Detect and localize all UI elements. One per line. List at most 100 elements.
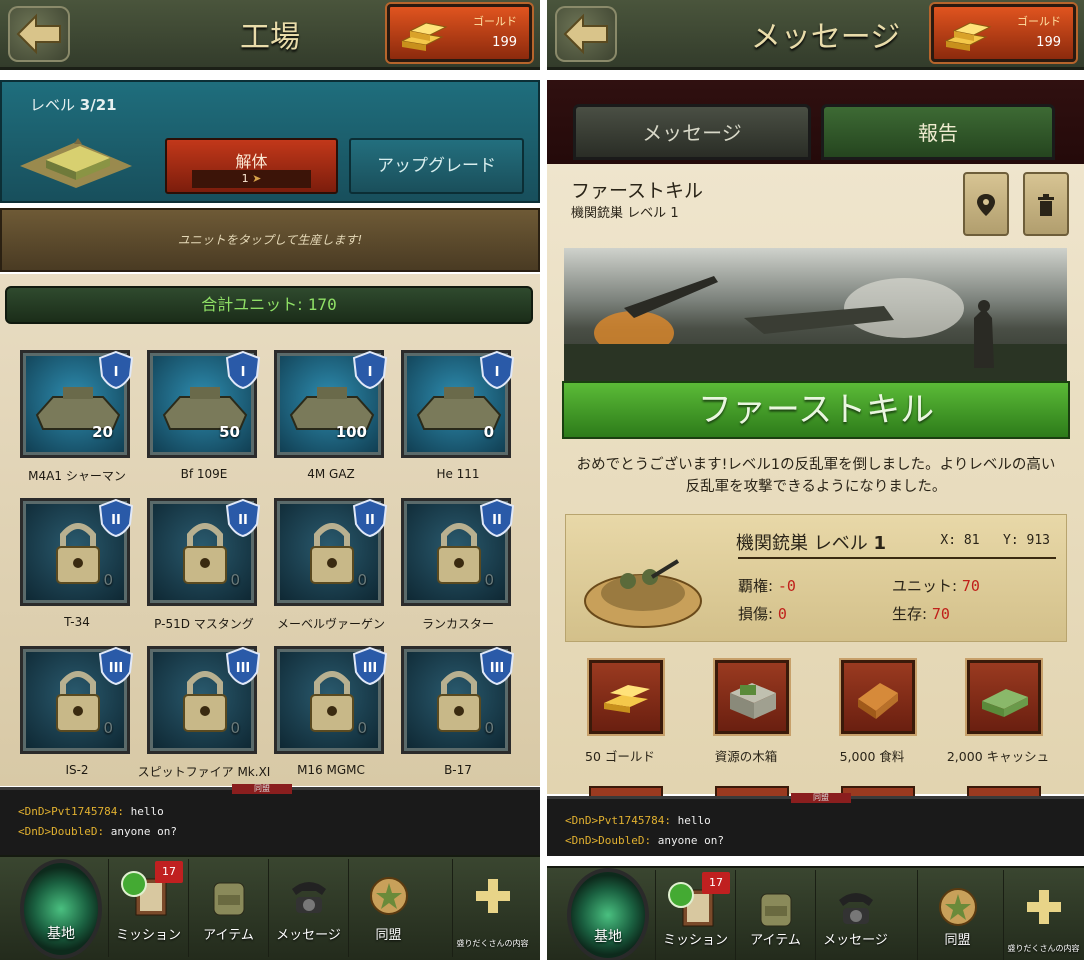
tier-shield-icon: III bbox=[352, 646, 388, 686]
trash-icon bbox=[1038, 194, 1054, 216]
bread-icon bbox=[858, 683, 898, 719]
unit-card[interactable]: 0 I He 111 bbox=[401, 350, 515, 481]
upgrade-button[interactable]: アップグレード bbox=[349, 138, 524, 194]
unit-card[interactable]: 0 III M16 MGMC bbox=[274, 646, 388, 777]
dismantle-cost-value: 1 bbox=[241, 172, 249, 185]
reward-label: 5,000 食料 bbox=[839, 749, 905, 764]
unit-card[interactable]: 20 I M4A1 シャーマン bbox=[20, 350, 134, 483]
nav-more[interactable]: 盛りだくさんの内容 bbox=[452, 859, 532, 957]
base-button[interactable]: 基地 bbox=[567, 868, 649, 960]
delete-button[interactable] bbox=[1023, 172, 1069, 236]
tier-label: I bbox=[495, 365, 500, 380]
nav-more[interactable]: 盛りだくさんの内容 bbox=[1003, 870, 1083, 960]
nav-items[interactable]: アイテム bbox=[188, 859, 268, 957]
tab-messages[interactable]: メッセージ bbox=[573, 104, 811, 160]
nav-missions[interactable]: 17 ミッション bbox=[655, 870, 735, 960]
tier-shield-icon: III bbox=[225, 646, 261, 686]
unit-grid-area: 合計ユニット: 170 20 I M4A1 シャーマン 50 I Bf 109E 100 I 4… bbox=[0, 274, 540, 786]
report-subtitle: 機関銃巣 レベル 1 bbox=[571, 202, 679, 221]
tier-shield-icon: I bbox=[352, 350, 388, 390]
unit-card[interactable]: 0 II メーベルヴァーゲン bbox=[274, 498, 388, 631]
target-level-value: 1 bbox=[873, 533, 886, 554]
chat-line: <DnD>Pvt1745784: hello bbox=[565, 811, 1066, 831]
chat-tab[interactable]: 同盟 bbox=[791, 793, 851, 803]
alliance-star-icon bbox=[939, 888, 977, 926]
stat-dominance: 覇権: -0 bbox=[738, 575, 796, 596]
unit-card[interactable]: 50 I Bf 109E bbox=[147, 350, 261, 481]
total-units-label: 合計ユニット: bbox=[201, 295, 303, 314]
tier-label: I bbox=[114, 365, 119, 380]
unit-card[interactable]: 0 III IS-2 bbox=[20, 646, 134, 777]
unit-count: 0 bbox=[483, 423, 494, 441]
reward-box bbox=[967, 660, 1041, 734]
nav-items[interactable]: アイテム bbox=[735, 870, 815, 960]
gold-value: 199 bbox=[492, 35, 517, 50]
chat-line: <DnD>Pvt1745784: hello bbox=[18, 802, 522, 822]
chat-text: hello bbox=[677, 814, 711, 827]
unit-count: 20 bbox=[92, 423, 113, 441]
target-info-box: 機関銃巣 レベル 1 X: 81 Y: 913 覇権: -0 損傷: 0 ユニッ… bbox=[565, 514, 1067, 642]
chat-line: <DnD>DoubleD: anyone on? bbox=[18, 822, 522, 842]
stat-value: 70 bbox=[931, 605, 950, 623]
report-content: ファーストキル 機関銃巣 レベル 1 ファーストキル おめでとうございます!レベ… bbox=[547, 164, 1084, 800]
unit-count: 0 bbox=[230, 719, 240, 737]
gold-bars-icon bbox=[400, 22, 448, 51]
y-value: 913 bbox=[1026, 533, 1050, 548]
tier-shield-icon: I bbox=[225, 350, 261, 390]
locate-button[interactable] bbox=[963, 172, 1009, 236]
unit-card[interactable]: 0 II P-51D マスタング bbox=[147, 498, 261, 631]
tier-label: II bbox=[492, 513, 502, 528]
tab-reports[interactable]: 報告 bbox=[821, 104, 1055, 160]
tier-label: I bbox=[368, 365, 373, 380]
unit-name: メーベルヴァーゲン bbox=[276, 617, 385, 631]
telephone-icon bbox=[839, 893, 873, 924]
top-bar: メッセージ ゴールド 199 bbox=[547, 0, 1084, 70]
unit-card[interactable]: 0 III B-17 bbox=[401, 646, 515, 777]
dismantle-cost: 1 ➤ bbox=[192, 170, 311, 188]
target-name: 機関銃巣 bbox=[736, 533, 808, 554]
alliance-label: 同盟 bbox=[944, 933, 971, 948]
nav-alliance[interactable]: 同盟 bbox=[348, 859, 428, 957]
factory-building-icon bbox=[20, 138, 132, 188]
unit-name: IS-2 bbox=[65, 763, 89, 777]
nav-messages[interactable]: メッセージ bbox=[815, 870, 895, 960]
chat-sender: <DnD>DoubleD: bbox=[565, 834, 652, 847]
backpack-icon bbox=[213, 882, 245, 916]
gold-balance[interactable]: ゴールド 199 bbox=[931, 4, 1076, 62]
nav-messages[interactable]: メッセージ bbox=[268, 859, 348, 957]
nav-alliance[interactable]: 同盟 bbox=[917, 870, 997, 960]
unit-name: T-34 bbox=[64, 615, 90, 629]
chat-tab[interactable]: 同盟 bbox=[232, 784, 292, 794]
factory-screen: 工場 ゴールド 199 レベル 3/21 解体 1 ➤ アップグレード ユニット… bbox=[0, 0, 540, 960]
unit-count: 0 bbox=[230, 571, 240, 589]
gold-balance[interactable]: ゴールド 199 bbox=[387, 4, 532, 62]
missions-label: ミッション bbox=[115, 928, 181, 943]
gold-bars-icon bbox=[604, 685, 650, 713]
stat-label: 損傷: bbox=[738, 605, 774, 623]
chat-panel[interactable]: 同盟 <DnD>Pvt1745784: hello <DnD>DoubleD: … bbox=[547, 793, 1084, 856]
unit-card[interactable]: 0 II ランカスター bbox=[401, 498, 515, 631]
unit-card[interactable]: 0 II T-34 bbox=[20, 498, 134, 629]
unit-count: 0 bbox=[357, 571, 367, 589]
base-label: 基地 bbox=[594, 929, 622, 945]
plus-icon bbox=[476, 879, 510, 913]
first-kill-banner: ファーストキル bbox=[562, 381, 1070, 439]
items-label: アイテム bbox=[750, 933, 801, 948]
chat-panel[interactable]: 同盟 <DnD>Pvt1745784: hello <DnD>DoubleD: … bbox=[0, 784, 540, 855]
stat-label: 覇権: bbox=[738, 577, 774, 595]
nav-missions[interactable]: 17 ミッション bbox=[108, 859, 188, 957]
base-button[interactable]: 基地 bbox=[20, 859, 102, 959]
level-text: レベル 3/21 bbox=[30, 94, 117, 115]
tier-label: III bbox=[363, 661, 378, 676]
stat-value: 0 bbox=[777, 605, 787, 623]
gold-bars-icon bbox=[944, 22, 992, 51]
reward-label: 資源の木箱 bbox=[714, 749, 778, 764]
report-target-name: 機関銃巣 bbox=[571, 206, 624, 221]
top-bar: 工場 ゴールド 199 bbox=[0, 0, 540, 70]
unit-card[interactable]: 0 III スピットファイア Mk.XI bbox=[138, 646, 270, 779]
reward-label: 50 ゴールド bbox=[585, 749, 655, 764]
tier-shield-icon: III bbox=[98, 646, 134, 686]
level-label: レベル bbox=[30, 96, 76, 114]
unit-card[interactable]: 100 I 4M GAZ bbox=[274, 350, 388, 481]
dismantle-button[interactable]: 解体 1 ➤ bbox=[165, 138, 338, 194]
